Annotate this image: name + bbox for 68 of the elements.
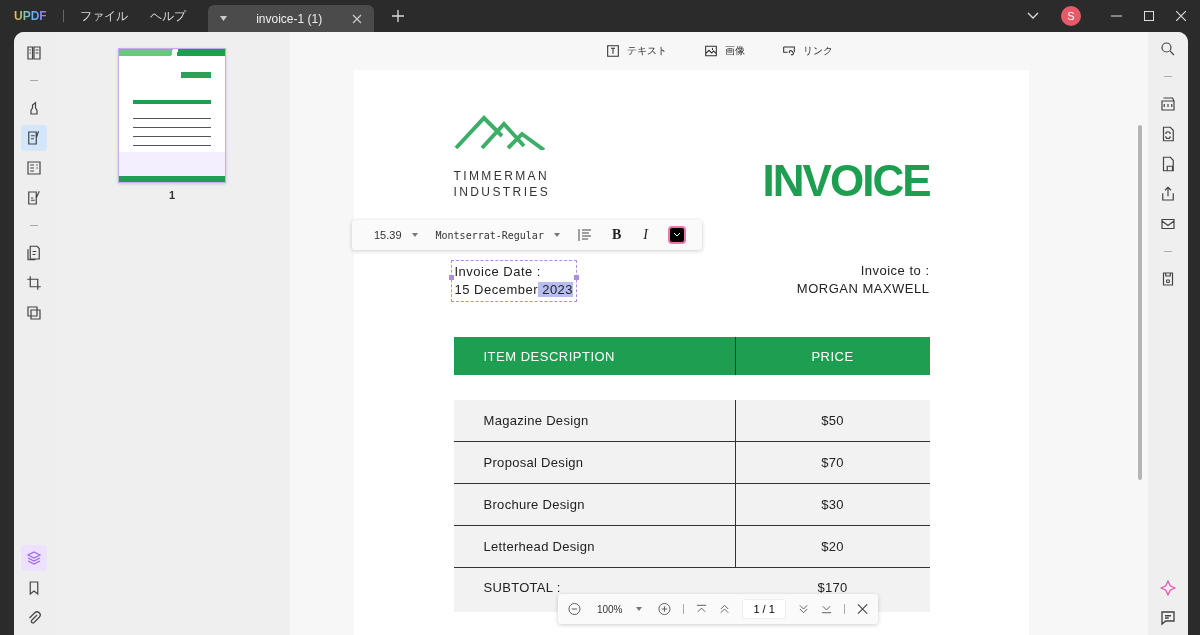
zoom-dropdown[interactable]: 100% (596, 603, 643, 615)
font-size-dropdown[interactable]: 15.39 (374, 229, 418, 241)
image-icon (703, 43, 719, 59)
comment-icon (1159, 609, 1177, 627)
search-icon (1159, 40, 1177, 58)
form-icon (25, 159, 43, 177)
caret-icon (553, 233, 560, 237)
client-name: MORGAN MAXWELL (796, 280, 930, 298)
company-name: INDUSTRIES (453, 184, 551, 200)
date-label: Invoice Date : (454, 263, 542, 281)
item-cell: Letterhead Design (453, 526, 736, 567)
subtotal-label: SUBTOTAL : (483, 580, 561, 595)
edit-tool-button[interactable] (21, 125, 47, 151)
chevron-down-icon[interactable] (1027, 12, 1039, 20)
link-tool-button[interactable]: リンク (781, 43, 833, 59)
price-cell-text: $50 (820, 413, 845, 428)
ocr-icon (1159, 95, 1177, 113)
maximize-icon[interactable] (1144, 11, 1154, 21)
share-icon (1159, 185, 1177, 203)
zoom-out-icon[interactable] (568, 602, 581, 616)
menu-item[interactable]: ヘルプ (149, 7, 186, 25)
last-page-icon[interactable] (820, 604, 832, 614)
pages-icon (25, 244, 43, 262)
italic-button[interactable]: I (641, 227, 650, 243)
selected-text-box[interactable]: Invoice Date : 15 December 2023 (450, 260, 578, 302)
item-cell: Brochure Design (453, 484, 736, 525)
document-tab[interactable]: invoice-1 (1) (207, 5, 374, 32)
menu-item[interactable]: ファイル (79, 7, 128, 25)
price-cell-text: $70 (820, 455, 845, 470)
invoice-to-label: Invoice to : (859, 262, 930, 280)
page-number-field[interactable]: 1 / 1 (742, 599, 786, 619)
price-cell-text: $20 (820, 539, 845, 554)
caret-icon (672, 232, 681, 238)
layers-icon (25, 549, 43, 567)
color-picker[interactable] (667, 226, 686, 244)
previous-page-icon[interactable] (719, 604, 731, 614)
page-number: 1 (168, 189, 176, 201)
subtotal-value: $170 (816, 580, 849, 595)
caret-icon (411, 233, 418, 237)
ai-icon (1159, 579, 1177, 597)
font-dropdown[interactable]: Montserrat-Regular (435, 229, 560, 241)
layers-tool-button[interactable] (21, 545, 47, 571)
app-logo: UPDF (14, 9, 47, 23)
column-header: ITEM DESCRIPTION (453, 337, 736, 375)
page-thumbnail[interactable] (118, 48, 226, 183)
invoice-title: INVOICE (762, 156, 930, 206)
image-tool-button[interactable]: 画像 (703, 43, 745, 59)
reader-icon (25, 44, 43, 62)
close-icon[interactable] (856, 603, 868, 615)
text-icon (605, 43, 621, 59)
sign-icon (25, 189, 43, 207)
crop-icon (25, 274, 43, 292)
text-tool-button[interactable]: テキスト (605, 43, 667, 59)
item-cell: Magazine Design (453, 400, 736, 441)
price-cell-text: $30 (820, 497, 845, 512)
overlay-icon (25, 304, 43, 322)
company-name: TIMMERMAN (453, 168, 551, 184)
item-cell: Proposal Design (453, 442, 736, 483)
caret-icon (636, 607, 643, 611)
column-header: PRICE (810, 348, 855, 364)
date-value: 15 December 2023 (454, 281, 574, 299)
zoom-in-icon[interactable] (658, 602, 672, 616)
new-tab-icon[interactable] (391, 10, 404, 22)
first-page-icon[interactable] (696, 604, 708, 614)
scrollbar[interactable] (1138, 125, 1142, 480)
bold-button[interactable]: B (609, 227, 624, 243)
caret-icon[interactable] (219, 16, 227, 21)
next-page-icon[interactable] (797, 604, 809, 614)
